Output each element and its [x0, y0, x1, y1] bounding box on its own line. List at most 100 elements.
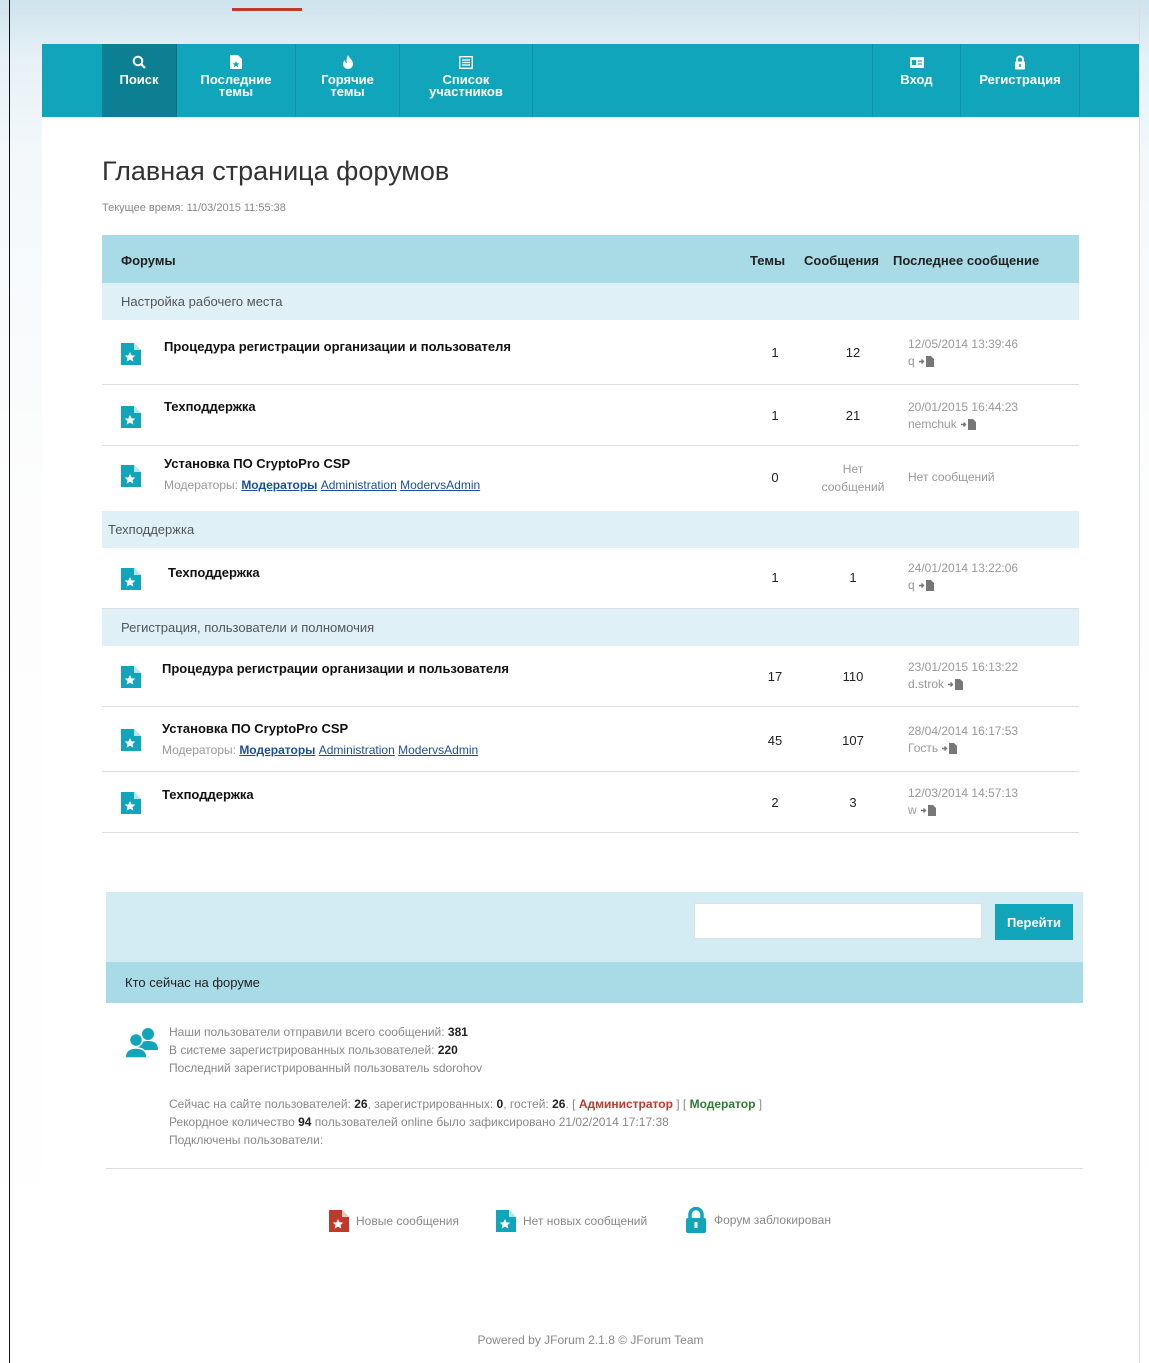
forum-jump-input[interactable] — [694, 903, 982, 939]
goto-last-post-icon[interactable] — [918, 355, 935, 367]
stats-text: ] [ — [672, 1097, 690, 1111]
moderator-link[interactable]: Administration — [321, 478, 397, 492]
lock-icon — [1014, 54, 1026, 70]
last-post-user[interactable]: d.strok — [908, 677, 964, 691]
stats-value: 381 — [447, 1025, 468, 1039]
forum-link[interactable]: Процедура регистрации организации и поль… — [164, 339, 511, 354]
stats-text: Рекордное количество — [169, 1115, 299, 1129]
stats-value: 26 — [354, 1097, 368, 1111]
last-post-date[interactable]: 24/01/2014 13:22:06 — [908, 561, 1018, 575]
last-post-username: q — [908, 578, 915, 592]
category-row: Техподдержка — [102, 511, 1079, 548]
forum-row: Процедура регистрации организации и поль… — [102, 646, 1079, 707]
stats-connected-users: Подключены пользователи: — [169, 1133, 324, 1147]
current-time: Текущее время: 11/03/2015 11:55:38 — [102, 202, 286, 214]
topics-count: 1 — [771, 345, 779, 360]
last-post-user[interactable]: w — [908, 803, 937, 817]
topics-count: 45 — [767, 733, 783, 748]
forum-jump-bar: Перейти — [106, 892, 1083, 962]
forum-row: Процедура регистрации организации и поль… — [102, 320, 1079, 385]
nav-login[interactable]: Вход — [872, 44, 961, 117]
forum-link[interactable]: Процедура регистрации организации и поль… — [162, 661, 509, 676]
stats-text: пользователей online было зафиксировано … — [311, 1115, 669, 1129]
nav-members-list[interactable]: Список участников — [400, 44, 533, 117]
no-new-messages-icon — [121, 792, 141, 819]
nav-register[interactable]: Регистрация — [961, 44, 1080, 117]
nav-search[interactable]: Поиск — [102, 44, 177, 117]
moderator-link[interactable]: ModervsAdmin — [398, 743, 478, 757]
document-icon — [230, 54, 242, 70]
fire-icon — [342, 54, 354, 70]
no-new-messages-icon — [121, 406, 141, 433]
topics-count: 2 — [771, 795, 779, 810]
no-messages: Нет сообщений — [821, 462, 885, 494]
goto-last-post-icon[interactable] — [918, 579, 935, 591]
nav-recent-topics[interactable]: Последние темы — [177, 44, 296, 117]
last-post-date[interactable]: 12/05/2014 13:39:46 — [908, 337, 1018, 351]
stats-text: В системе зарегистрированных пользовател… — [169, 1043, 438, 1057]
forum-link[interactable]: Техподдержка — [162, 787, 254, 802]
last-post-username: q — [908, 354, 915, 368]
no-new-messages-icon — [121, 568, 141, 595]
legend-label: Нет новых сообщений — [523, 1214, 648, 1228]
last-post-user[interactable]: q — [908, 354, 935, 368]
forum-link[interactable]: Установка ПО CryptoPro CSP — [164, 456, 350, 471]
legend-label: Новые сообщения — [356, 1214, 459, 1228]
stats-value: 26 — [552, 1097, 566, 1111]
forum-link[interactable]: Установка ПО CryptoPro CSP — [162, 721, 348, 736]
page-title: Главная страница форумов — [102, 156, 450, 186]
goto-last-post-icon[interactable] — [960, 418, 977, 430]
messages-count: 1 — [849, 570, 857, 585]
stats-registered-users: В системе зарегистрированных пользовател… — [169, 1042, 458, 1058]
who-online-header: Кто сейчас на форуме — [106, 962, 1083, 1003]
admin-role-label: Администратор — [578, 1097, 673, 1111]
stats-text: Сейчас на сайте пользователей: — [169, 1097, 355, 1111]
moderator-link[interactable]: Administration — [319, 743, 395, 757]
last-post-date[interactable]: 28/04/2014 16:17:53 — [908, 724, 1018, 738]
legend-forum-locked: Форум заблокирован — [685, 1207, 831, 1233]
topics-count: 0 — [771, 470, 779, 485]
last-post-username: w — [908, 803, 917, 817]
divider — [106, 1168, 1083, 1169]
last-post-date[interactable]: 23/01/2015 16:13:22 — [908, 660, 1018, 674]
goto-last-post-icon[interactable] — [948, 678, 964, 690]
moderator-link[interactable]: Модераторы — [241, 478, 317, 492]
stats-text: ] — [755, 1097, 763, 1111]
forum-link[interactable]: Техподдержка — [164, 399, 256, 414]
stats-text: , зарегистрированных: — [367, 1097, 497, 1111]
last-post-user[interactable]: nemchuk — [908, 417, 977, 431]
last-post-date[interactable]: 20/01/2015 16:44:23 — [908, 400, 1018, 414]
table-header: Форумы Темы Сообщения Последнее сообщени… — [102, 235, 1079, 283]
last-post-user[interactable]: Гость — [908, 741, 958, 755]
last-post-user[interactable]: q — [908, 578, 935, 592]
legend-label: Форум заблокирован — [714, 1213, 831, 1227]
id-card-icon — [909, 54, 924, 70]
legend-no-new-messages: Нет новых сообщений — [496, 1210, 647, 1232]
go-button[interactable]: Перейти — [995, 904, 1073, 940]
window-border — [9, 0, 10, 1363]
moderator-link[interactable]: Модераторы — [239, 743, 315, 757]
last-post-date[interactable]: 12/03/2014 14:57:13 — [908, 786, 1018, 800]
last-post-username: Гость — [908, 741, 939, 755]
lock-icon — [686, 1207, 706, 1233]
category-row: Настройка рабочего места — [102, 283, 1079, 320]
forum-row: Установка ПО CryptoPro CSP Модераторы: М… — [102, 446, 1079, 509]
forum-link[interactable]: Техподдержка — [168, 565, 260, 580]
topics-count: 1 — [771, 408, 779, 423]
messages-count: 12 — [845, 345, 861, 360]
moderators: Модераторы: Модераторы Administration Mo… — [164, 478, 480, 492]
messages-count: 21 — [845, 408, 861, 423]
footer: Powered by JForum 2.1.8 © JForum Team — [477, 1333, 704, 1347]
goto-last-post-icon[interactable] — [920, 804, 937, 816]
moderator-link[interactable]: ModervsAdmin — [400, 478, 480, 492]
last-post-username: d.strok — [908, 677, 945, 691]
header-topics: Темы — [750, 253, 786, 268]
category-name: Регистрация, пользователи и полномочия — [121, 620, 375, 635]
stats-value: 94 — [298, 1115, 312, 1129]
nav-hot-topics[interactable]: Горячие темы — [296, 44, 400, 117]
who-online-title: Кто сейчас на форуме — [125, 975, 260, 990]
stats-text: . [ — [565, 1097, 579, 1111]
topics-count: 17 — [767, 669, 783, 684]
category-name: Настройка рабочего места — [121, 294, 283, 309]
goto-last-post-icon[interactable] — [942, 742, 958, 754]
